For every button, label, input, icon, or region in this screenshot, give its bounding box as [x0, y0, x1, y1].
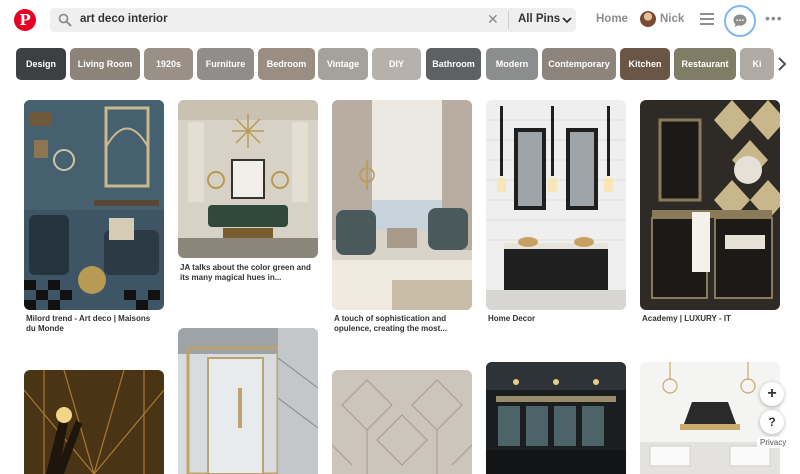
pin-card[interactable]: Home Decor: [486, 100, 626, 340]
pin-caption[interactable]: Academy | LUXURY - IT: [642, 314, 777, 324]
pin-card[interactable]: A touch of sophistication and opulence, …: [332, 100, 472, 340]
pin-photo: [178, 328, 318, 474]
pin-photo: [178, 100, 318, 258]
more-options-icon[interactable]: •••: [765, 10, 783, 26]
pin-image[interactable]: [24, 100, 164, 310]
pinterest-logo[interactable]: P: [14, 9, 36, 31]
pin-image[interactable]: [24, 370, 164, 474]
search-icon: [58, 13, 72, 27]
pin-photo: [332, 100, 472, 310]
search-input[interactable]: art deco interior: [80, 13, 168, 25]
privacy-link[interactable]: Privacy: [757, 437, 790, 448]
category-chips: Design Living Room 1920s Furniture Bedro…: [16, 48, 800, 80]
pin-image[interactable]: [640, 362, 780, 474]
top-nav-bar: P art deco interior ✕ All Pins Home Nick: [0, 0, 800, 40]
chip-diy[interactable]: DIY: [372, 48, 421, 80]
menu-icon[interactable]: [700, 13, 714, 25]
pin-image[interactable]: [332, 370, 472, 474]
pin-image[interactable]: [486, 100, 626, 310]
chip-kids[interactable]: Ki: [740, 48, 774, 80]
chat-bubble-icon: [733, 14, 747, 27]
pin-image[interactable]: [178, 328, 318, 474]
pin-caption[interactable]: JA talks about the color green and its m…: [180, 263, 315, 283]
messages-button[interactable]: [724, 5, 756, 37]
pin-photo: [24, 100, 164, 310]
search-bar[interactable]: art deco interior ✕ All Pins: [50, 8, 576, 32]
pin-photo: [640, 362, 780, 474]
pin-card[interactable]: JA talks about the color green and its m…: [178, 100, 318, 300]
chip-bathroom[interactable]: Bathroom: [426, 48, 481, 80]
chevron-down-icon: [562, 17, 572, 24]
chip-furniture[interactable]: Furniture: [197, 48, 254, 80]
pin-card[interactable]: [640, 362, 780, 474]
create-pin-button[interactable]: +: [760, 382, 784, 406]
home-link[interactable]: Home: [596, 13, 628, 25]
pin-photo: [24, 370, 164, 474]
search-divider: [508, 11, 509, 29]
pin-caption[interactable]: Home Decor: [488, 314, 623, 324]
pin-card[interactable]: [24, 370, 164, 474]
pin-card[interactable]: [178, 328, 318, 474]
pin-image[interactable]: [640, 100, 780, 310]
search-scope-dropdown[interactable]: All Pins: [510, 8, 576, 32]
profile-name: Nick: [660, 13, 685, 25]
chip-modern[interactable]: Modern: [486, 48, 538, 80]
chip-bedroom[interactable]: Bedroom: [258, 48, 315, 80]
chip-contemporary[interactable]: Contemporary: [542, 48, 616, 80]
pin-card[interactable]: [486, 362, 626, 474]
help-button[interactable]: ?: [760, 410, 784, 434]
pin-caption[interactable]: A touch of sophistication and opulence, …: [334, 314, 469, 334]
avatar: [640, 11, 656, 27]
pin-card[interactable]: Milord trend - Art deco | Maisons du Mon…: [24, 100, 164, 340]
pin-image[interactable]: [178, 100, 318, 258]
pin-image[interactable]: [486, 362, 626, 474]
pin-image[interactable]: [332, 100, 472, 310]
pin-caption[interactable]: Milord trend - Art deco | Maisons du Mon…: [26, 314, 161, 334]
chip-design[interactable]: Design: [16, 48, 66, 80]
chevron-right-icon[interactable]: [776, 56, 788, 72]
pin-photo: [332, 370, 472, 474]
chip-1920s[interactable]: 1920s: [144, 48, 193, 80]
chip-kitchen[interactable]: Kitchen: [620, 48, 670, 80]
chip-living-room[interactable]: Living Room: [70, 48, 140, 80]
pin-photo: [486, 362, 626, 474]
pin-card[interactable]: Academy | LUXURY - IT: [640, 100, 780, 340]
search-scope-label: All Pins: [518, 13, 561, 25]
pin-photo: [486, 100, 626, 310]
pin-card[interactable]: [332, 370, 472, 474]
clear-search-icon[interactable]: ✕: [487, 11, 499, 28]
chip-restaurant[interactable]: Restaurant: [674, 48, 736, 80]
chip-vintage[interactable]: Vintage: [318, 48, 368, 80]
pin-photo: [640, 100, 780, 310]
